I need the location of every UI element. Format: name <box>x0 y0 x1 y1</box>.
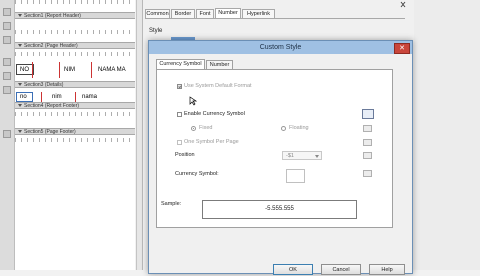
use-system-default-checkbox[interactable] <box>177 84 182 89</box>
option-button[interactable] <box>363 152 372 159</box>
mouse-cursor-icon <box>189 96 198 106</box>
toolbar-square-icon[interactable] <box>3 22 11 30</box>
right-panel <box>414 0 480 270</box>
collapse-triangle-icon[interactable] <box>18 44 22 48</box>
currency-symbol-label: Currency Symbol: <box>175 171 219 177</box>
collapse-triangle-icon[interactable] <box>18 130 22 134</box>
detail-cell-no[interactable]: no <box>20 94 27 100</box>
header-cell-no[interactable]: NO <box>20 67 29 73</box>
toolbar-square-icon[interactable] <box>3 58 11 66</box>
column-guide-line <box>32 62 33 78</box>
toolbar-square-icon[interactable] <box>3 86 11 94</box>
toolbar-square-icon[interactable] <box>3 8 11 16</box>
column-guide-line <box>41 92 42 102</box>
ruler <box>15 30 135 34</box>
close-icon[interactable]: ✕ <box>394 43 410 54</box>
tab-number[interactable]: Number <box>215 8 241 18</box>
column-guide-line <box>91 62 92 78</box>
fixed-label: Fixed <box>199 125 213 131</box>
position-select[interactable]: -$1 <box>282 151 322 160</box>
fixed-radio[interactable] <box>191 126 196 131</box>
sample-preview: -5.555.555 <box>202 200 357 219</box>
ruler <box>15 52 135 56</box>
floating-label: Floating <box>289 125 309 131</box>
use-system-default-label: Use System Default Format <box>184 83 252 89</box>
tab-border[interactable]: Border <box>171 9 195 18</box>
header-cell-nim[interactable]: NIM <box>64 67 75 73</box>
position-value: -$1 <box>286 153 294 159</box>
ruler <box>15 0 135 4</box>
position-label: Position <box>175 152 195 158</box>
tab-currency-symbol[interactable]: Currency Symbol <box>156 59 205 69</box>
tab-number[interactable]: Number <box>206 60 233 69</box>
tab-hyperlink[interactable]: Hyperlink <box>242 9 275 18</box>
detail-cell-nim[interactable]: nim <box>52 94 62 100</box>
sample-label: Sample: <box>161 201 182 207</box>
enable-currency-label: Enable Currency Symbol <box>184 111 245 117</box>
ruler <box>15 112 135 116</box>
background-close-icon[interactable] <box>397 1 409 8</box>
column-guide-line <box>59 62 60 78</box>
band-header-report-footer[interactable]: Section4 (Report Footer) <box>15 102 135 109</box>
band-header-details[interactable]: Section3 (Details) <box>15 81 135 88</box>
column-guide-line <box>75 92 76 102</box>
tab-common[interactable]: Common <box>145 9 170 18</box>
band-header-page-footer[interactable]: Section5 (Page Footer) <box>15 128 135 135</box>
detail-cell-nama[interactable]: nama <box>82 94 97 100</box>
style-label: Style <box>149 28 163 34</box>
tab-font[interactable]: Font <box>196 9 214 18</box>
collapse-triangle-icon[interactable] <box>18 14 22 18</box>
floating-radio[interactable] <box>281 126 286 131</box>
left-toolbar-strip <box>0 0 15 270</box>
toolbar-square-icon[interactable] <box>3 72 11 80</box>
header-cell-nama[interactable]: NAMA MA <box>98 67 126 73</box>
enable-currency-checkbox[interactable] <box>177 112 182 117</box>
band-header-report-header[interactable]: Section1 (Report Header) <box>15 12 135 19</box>
collapse-triangle-icon[interactable] <box>18 104 22 108</box>
one-symbol-checkbox[interactable] <box>177 140 182 145</box>
tab-divider <box>145 18 405 19</box>
one-symbol-label: One Symbol Per Page <box>184 139 239 145</box>
custom-style-dialog: Custom Style ✕ Currency Symbol Number Us… <box>148 40 413 275</box>
band-header-page-header[interactable]: Section2 (Page Header) <box>15 42 135 49</box>
option-button[interactable] <box>363 125 372 132</box>
currency-symbol-input[interactable] <box>286 169 305 183</box>
dialog-title: Custom Style <box>149 41 412 54</box>
toolbar-square-icon[interactable] <box>3 130 11 138</box>
option-button[interactable] <box>363 170 372 177</box>
option-button[interactable] <box>363 139 372 146</box>
chevron-down-icon <box>315 155 319 158</box>
collapse-triangle-icon[interactable] <box>18 83 22 87</box>
toolbar-square-icon[interactable] <box>3 36 11 44</box>
currency-settings-icon[interactable] <box>362 109 374 119</box>
report-designer-canvas: Section1 (Report Header) Section2 (Page … <box>15 0 135 270</box>
ruler <box>15 138 135 142</box>
